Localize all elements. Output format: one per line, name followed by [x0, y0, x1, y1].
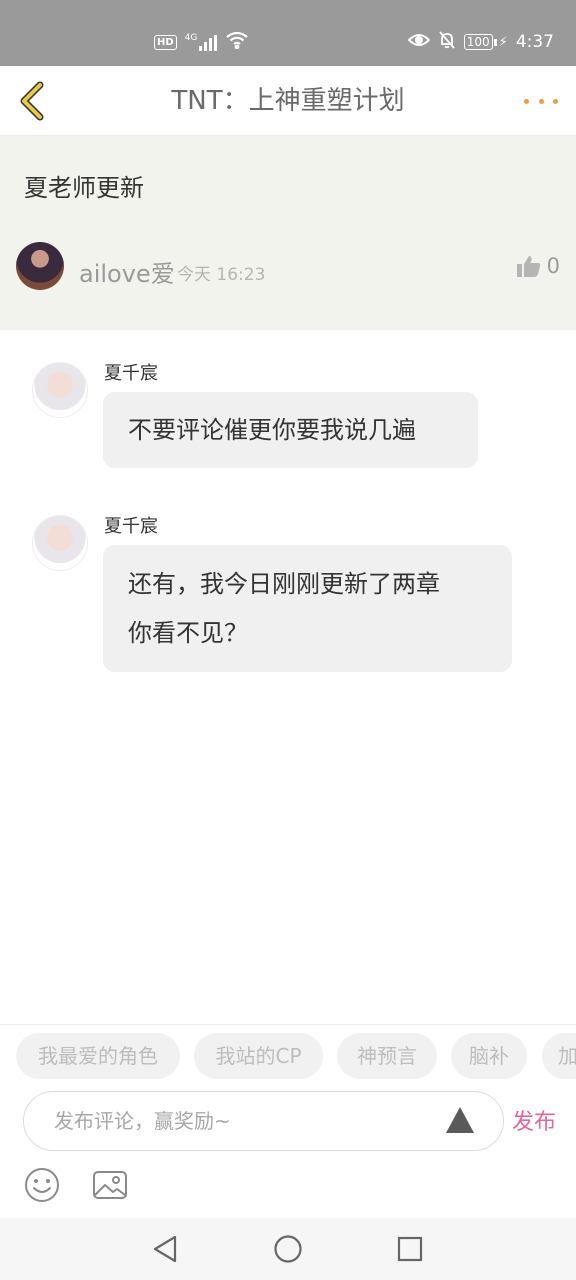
comment-input[interactable]: 发布评论，赢奖励~: [23, 1091, 504, 1151]
battery-icon: 100 ⚡: [463, 34, 508, 50]
status-bar: HD 4G 100 ⚡ 4:37: [0, 0, 576, 66]
nav-back-icon[interactable]: [149, 1233, 181, 1265]
tag-chip[interactable]: 加: [542, 1033, 576, 1079]
system-nav-bar: [0, 1218, 576, 1280]
tag-chip[interactable]: 我站的CP: [194, 1033, 323, 1079]
tag-chip[interactable]: 脑补: [451, 1033, 527, 1079]
tag-chip[interactable]: 神预言: [337, 1033, 437, 1079]
message-line: 你看不见？: [128, 619, 248, 647]
nav-home-icon[interactable]: [272, 1233, 304, 1265]
eye-icon: [407, 32, 431, 52]
back-button[interactable]: [12, 78, 52, 124]
status-left: HD 4G: [154, 30, 249, 54]
tag-row: 我最爱的角色 我站的CP 神预言 脑补 加: [0, 1024, 576, 1088]
post-header: 夏老师更新 ailove爱 今天 16:23 0: [0, 136, 576, 330]
wifi-icon: [225, 31, 249, 53]
sender-avatar[interactable]: [32, 362, 88, 418]
thumbs-up-icon: [516, 256, 540, 277]
post-text: 夏老师更新: [24, 174, 144, 202]
message-line: 还有，我今日刚刚更新了两章: [128, 570, 440, 598]
like-count: 0: [546, 254, 560, 278]
hd-badge: HD: [154, 34, 177, 50]
message-line: 不要评论催更你要我说几遍: [128, 416, 416, 444]
like-button[interactable]: 0: [516, 254, 560, 278]
sender-name: 夏千宸: [104, 363, 158, 384]
more-options-button[interactable]: [524, 86, 558, 116]
sender-name: 夏千宸: [104, 516, 158, 537]
app-header: TNT：上神重塑计划: [0, 66, 576, 136]
status-right: 100 ⚡ 4:37: [407, 30, 554, 54]
triangle-up-icon[interactable]: [445, 1106, 475, 1134]
more-dot-icon: [538, 98, 544, 104]
post-time: 今天 16:23: [177, 265, 266, 285]
message-bubble: 不要评论催更你要我说几遍: [103, 392, 478, 468]
battery-level: 100: [463, 34, 493, 50]
mute-bell-icon: [438, 31, 456, 53]
publish-button[interactable]: 发布: [512, 1104, 556, 1136]
author-name[interactable]: ailove爱: [79, 254, 175, 289]
more-dot-icon: [553, 98, 558, 104]
message-bubble: 还有，我今日刚刚更新了两章 你看不见？: [103, 545, 512, 672]
emoji-icon[interactable]: [24, 1167, 60, 1203]
author-avatar[interactable]: [16, 242, 64, 290]
screen: HD 4G 100 ⚡ 4:37 TNT：上神重塑计划 夏老师更新 ailove…: [0, 0, 576, 1280]
sender-avatar[interactable]: [32, 515, 88, 571]
chevron-left-icon: [20, 81, 44, 121]
signal-icon: 4G: [185, 33, 218, 51]
more-dot-icon: [524, 98, 529, 104]
nav-recents-icon[interactable]: [394, 1233, 426, 1265]
tag-chip[interactable]: 我最爱的角色: [16, 1033, 180, 1079]
page-title: TNT：上神重塑计划: [171, 86, 405, 116]
network-type: 4G: [184, 33, 198, 43]
comment-placeholder: 发布评论，赢奖励~: [54, 1109, 231, 1133]
clock: 4:37: [515, 32, 554, 52]
image-icon[interactable]: [92, 1167, 128, 1203]
